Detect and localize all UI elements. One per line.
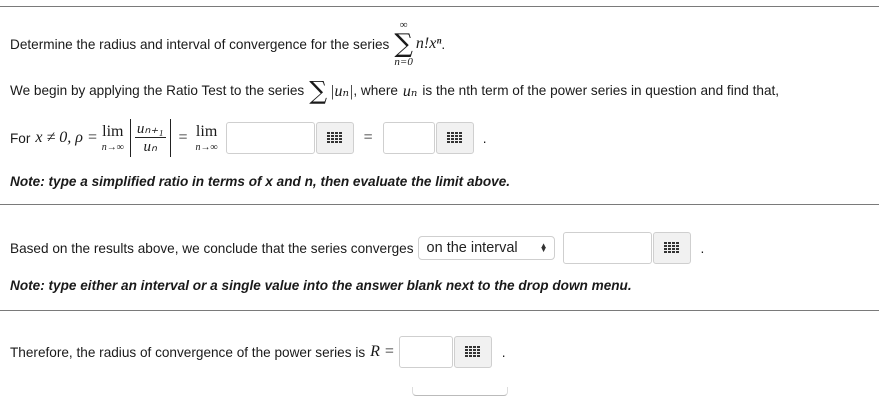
partial-answer-box <box>412 387 508 396</box>
radius-period: . <box>501 344 506 360</box>
question-line: Determine the radius and interval of con… <box>10 20 445 68</box>
lim-subscript: n→∞ <box>101 141 124 153</box>
up-down-arrows-icon: ▲ ▼ <box>539 240 548 254</box>
lim-subscript: n→∞ <box>195 141 218 153</box>
limit-answer-input[interactable] <box>382 122 435 154</box>
summation-symbol: ∞ ∑ n=0 <box>394 20 413 68</box>
ratio-answer-input[interactable] <box>225 122 315 154</box>
limit-period: . <box>482 130 487 146</box>
interval-keypad-button[interactable] <box>652 232 691 264</box>
conclusion-text: Based on the results above, we conclude … <box>10 240 414 256</box>
keypad-grid-icon <box>663 242 679 253</box>
dropdown-selected-value: on the interval <box>426 240 518 256</box>
radius-line: Therefore, the radius of convergence of … <box>10 336 506 368</box>
abs-term: |uₙ| <box>330 82 354 100</box>
radius-answer-input[interactable] <box>398 336 453 368</box>
condition-prefix: For <box>10 130 31 146</box>
ratio-test-intro: We begin by applying the Ratio Test to t… <box>10 83 305 98</box>
series-term: n!xⁿ <box>415 35 442 52</box>
convergence-dropdown[interactable]: on the interval ▲ ▼ <box>417 236 555 260</box>
problem-page: Determine the radius and interval of con… <box>0 0 879 416</box>
equals-sign-2: = <box>363 129 373 146</box>
limit-line: For x ≠ 0, ρ = lim n→∞ uₙ₊₁ uₙ = lim n→∞ <box>10 118 486 158</box>
radius-symbol: R = <box>370 343 395 360</box>
condition-expr: x ≠ 0, ρ = <box>35 129 98 146</box>
conclusion-line: Based on the results above, we conclude … <box>10 232 704 264</box>
note-interval-value: Note: type either an interval or a singl… <box>10 278 632 293</box>
ratio-keypad-button[interactable] <box>315 122 354 154</box>
limit-operator: lim n→∞ <box>101 122 124 153</box>
abs-bar-left <box>129 119 131 157</box>
question-intro: Determine the radius and interval of con… <box>10 36 390 52</box>
limit-operator-2: lim n→∞ <box>195 122 218 153</box>
sigma-icon: ∑ <box>394 29 413 59</box>
radius-text: Therefore, the radius of convergence of … <box>10 344 366 360</box>
fraction-denominator: uₙ <box>143 138 157 155</box>
keypad-grid-icon <box>326 132 342 143</box>
keypad-grid-icon <box>446 132 462 143</box>
lim-word: lim <box>102 122 124 140</box>
keypad-grid-icon <box>464 346 480 357</box>
top-divider <box>0 6 879 7</box>
question-period: . <box>441 36 446 52</box>
conclusion-period: . <box>700 240 705 256</box>
limit-keypad-button[interactable] <box>435 122 474 154</box>
where-text: , where <box>353 83 398 98</box>
note-simplified-ratio: Note: type a simplified ratio in terms o… <box>10 174 511 189</box>
interval-answer-input[interactable] <box>562 232 652 264</box>
divider-2 <box>0 310 879 311</box>
divider-1 <box>0 204 879 205</box>
lim-word: lim <box>195 122 218 140</box>
fraction-numerator: uₙ₊₁ <box>134 120 166 138</box>
u-n-term: uₙ <box>402 82 418 100</box>
ratio-test-rest: is the nth term of the power series in q… <box>422 83 780 98</box>
ratio-fraction: uₙ₊₁ uₙ <box>134 120 166 155</box>
radius-keypad-button[interactable] <box>453 336 492 368</box>
sigma-icon: ∑ <box>309 76 328 105</box>
abs-bar-right <box>169 119 171 157</box>
ratio-test-line: We begin by applying the Ratio Test to t… <box>10 78 779 103</box>
series-lower-limit: n=0 <box>394 56 413 68</box>
equals-sign: = <box>178 129 188 146</box>
